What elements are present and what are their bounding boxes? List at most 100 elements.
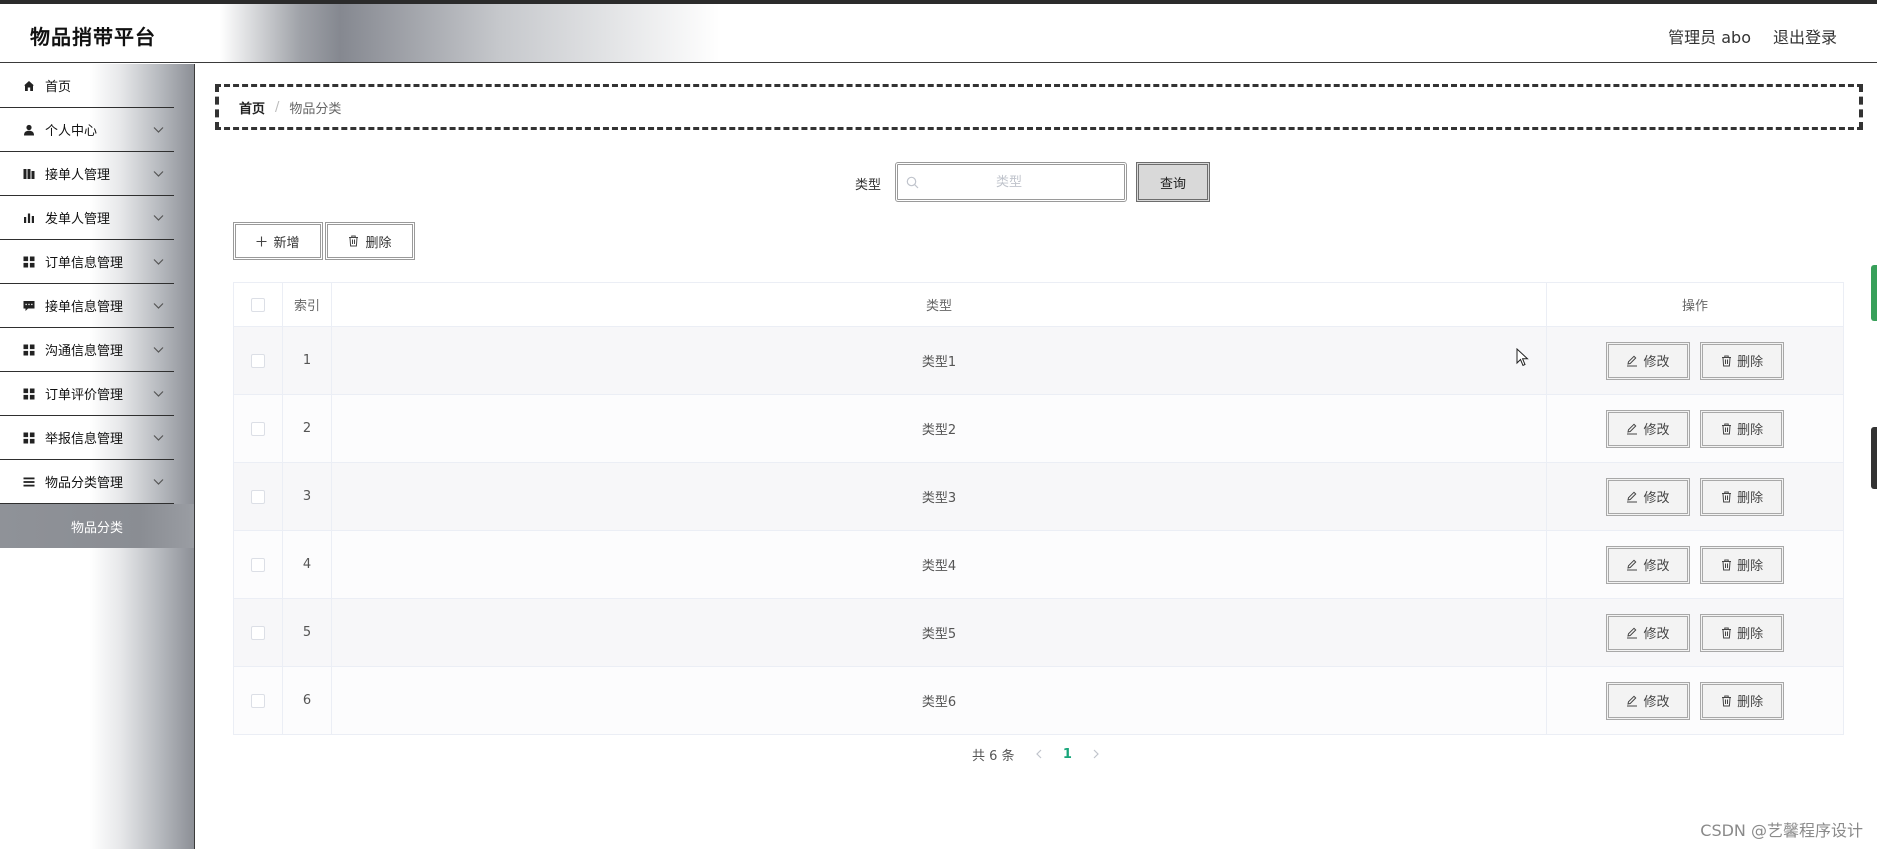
- row-checkbox[interactable]: [250, 489, 265, 504]
- sidebar-item-order-info-management[interactable]: 订单信息管理: [0, 240, 174, 284]
- watermark: CSDN @艺馨程序设计: [1700, 821, 1863, 840]
- row-select-cell: [233, 530, 283, 599]
- delete-button[interactable]: 删除: [1700, 613, 1785, 652]
- sidebar-item-accept-info-management[interactable]: 接单信息管理: [0, 284, 174, 328]
- chevron-down-icon: [153, 167, 164, 182]
- batch-delete-button-label: 删除: [365, 235, 392, 251]
- sidebar-item-communication-management[interactable]: 沟通信息管理: [0, 328, 174, 372]
- chevron-down-icon: [153, 475, 164, 490]
- column-header-type: 类型: [330, 282, 1548, 327]
- chevron-down-icon: [153, 387, 164, 402]
- edit-button-label: 修改: [1643, 695, 1670, 710]
- next-page-icon[interactable]: [1092, 747, 1100, 763]
- row-checkbox[interactable]: [250, 557, 265, 572]
- edge-tab-green[interactable]: [1871, 265, 1877, 321]
- page-number[interactable]: 1: [1063, 747, 1072, 762]
- list-icon: [22, 475, 35, 488]
- trash-icon: [1721, 355, 1732, 367]
- sidebar-item-category-management[interactable]: 物品分类管理: [0, 460, 174, 504]
- edit-button[interactable]: 修改: [1605, 409, 1690, 448]
- edit-button[interactable]: 修改: [1605, 545, 1690, 584]
- bar-chart-icon: [22, 211, 35, 224]
- grid-icon: [22, 431, 35, 444]
- delete-button-label: 删除: [1737, 355, 1764, 370]
- sidebar-item-label: 个人中心: [45, 124, 98, 139]
- search-field[interactable]: [895, 162, 1127, 202]
- home-icon: [22, 79, 35, 92]
- search-icon: [906, 176, 919, 189]
- sidebar-subitem-category[interactable]: 物品分类: [0, 504, 194, 548]
- row-ops: 修改 删除: [1546, 394, 1844, 463]
- sidebar-item-report-management[interactable]: 举报信息管理: [0, 416, 174, 460]
- row-checkbox[interactable]: [250, 421, 265, 436]
- table-row: 6 类型6 修改 删除: [233, 666, 1844, 735]
- edge-tab-dark[interactable]: [1871, 427, 1877, 489]
- delete-button[interactable]: 删除: [1700, 545, 1785, 584]
- chevron-down-icon: [153, 343, 164, 358]
- edit-button[interactable]: 修改: [1605, 477, 1690, 516]
- delete-button-label: 删除: [1737, 559, 1764, 574]
- category-table: 索引 类型 操作 1 类型1 修改 删除 2 类型2 修改 删除 3 类型3 修…: [233, 282, 1844, 735]
- edit-button-label: 修改: [1643, 491, 1670, 506]
- edit-icon: [1626, 559, 1638, 571]
- row-type: 类型1: [330, 326, 1548, 395]
- row-ops: 修改 删除: [1546, 530, 1844, 599]
- trash-icon: [348, 235, 359, 247]
- current-user-label: 管理员 abo: [1668, 28, 1751, 47]
- sidebar-item-home[interactable]: 首页: [0, 64, 174, 108]
- main-content: 首页 / 物品分类 类型 查询 新增 删除: [194, 64, 1877, 849]
- row-checkbox[interactable]: [250, 693, 265, 708]
- row-checkbox[interactable]: [250, 353, 265, 368]
- column-header-index: 索引: [281, 282, 332, 327]
- user-icon: [22, 123, 35, 136]
- sidebar-item-label: 首页: [45, 80, 72, 95]
- edit-button[interactable]: 修改: [1605, 341, 1690, 380]
- edit-button[interactable]: 修改: [1605, 681, 1690, 720]
- breadcrumb: 首页 / 物品分类: [215, 84, 1863, 130]
- grid-icon: [22, 255, 35, 268]
- action-toolbar: 新增 删除: [233, 222, 417, 260]
- row-index: 3: [281, 462, 332, 531]
- table-row: 4 类型4 修改 删除: [233, 530, 1844, 599]
- breadcrumb-separator: /: [275, 99, 280, 115]
- table-row: 2 类型2 修改 删除: [233, 394, 1844, 463]
- chart-book-icon: [22, 167, 35, 180]
- row-index: 4: [281, 530, 332, 599]
- delete-button[interactable]: 删除: [1700, 681, 1785, 720]
- search-input[interactable]: [919, 167, 1099, 197]
- add-button[interactable]: 新增: [233, 222, 323, 260]
- batch-delete-button[interactable]: 删除: [325, 222, 415, 260]
- sidebar: 首页 个人中心 接单人管理 发单人管理 订单信息管理 接单信息管理 沟通信息管理…: [0, 64, 194, 849]
- prev-page-icon[interactable]: [1035, 747, 1043, 763]
- delete-button[interactable]: 删除: [1700, 409, 1785, 448]
- delete-button[interactable]: 删除: [1700, 477, 1785, 516]
- row-index: 5: [281, 598, 332, 667]
- trash-icon: [1721, 627, 1732, 639]
- row-checkbox[interactable]: [250, 625, 265, 640]
- row-type: 类型4: [330, 530, 1548, 599]
- query-button[interactable]: 查询: [1136, 162, 1210, 202]
- row-type: 类型3: [330, 462, 1548, 531]
- sidebar-item-personal-center[interactable]: 个人中心: [0, 108, 174, 152]
- pagination: 共 6 条 1: [195, 745, 1877, 764]
- sidebar-item-label: 订单信息管理: [45, 256, 124, 271]
- edit-icon: [1626, 627, 1638, 639]
- plus-icon: [256, 236, 267, 247]
- logout-link[interactable]: 退出登录: [1773, 24, 1837, 48]
- sidebar-item-order-review-management[interactable]: 订单评价管理: [0, 372, 174, 416]
- chevron-down-icon: [153, 431, 164, 446]
- table-row: 5 类型5 修改 删除: [233, 598, 1844, 667]
- row-ops: 修改 删除: [1546, 666, 1844, 735]
- column-header-ops: 操作: [1546, 282, 1844, 327]
- breadcrumb-home-link[interactable]: 首页: [239, 98, 265, 117]
- trash-icon: [1721, 695, 1732, 707]
- sidebar-item-sender-management[interactable]: 发单人管理: [0, 196, 174, 240]
- message-icon: [22, 299, 35, 312]
- select-all-checkbox[interactable]: [250, 297, 265, 312]
- edit-button[interactable]: 修改: [1605, 613, 1690, 652]
- delete-button[interactable]: 删除: [1700, 341, 1785, 380]
- row-type: 类型2: [330, 394, 1548, 463]
- app-header: 物品捎带平台 管理员 abo 退出登录: [0, 4, 1877, 63]
- row-type: 类型6: [330, 666, 1548, 735]
- sidebar-item-receiver-management[interactable]: 接单人管理: [0, 152, 174, 196]
